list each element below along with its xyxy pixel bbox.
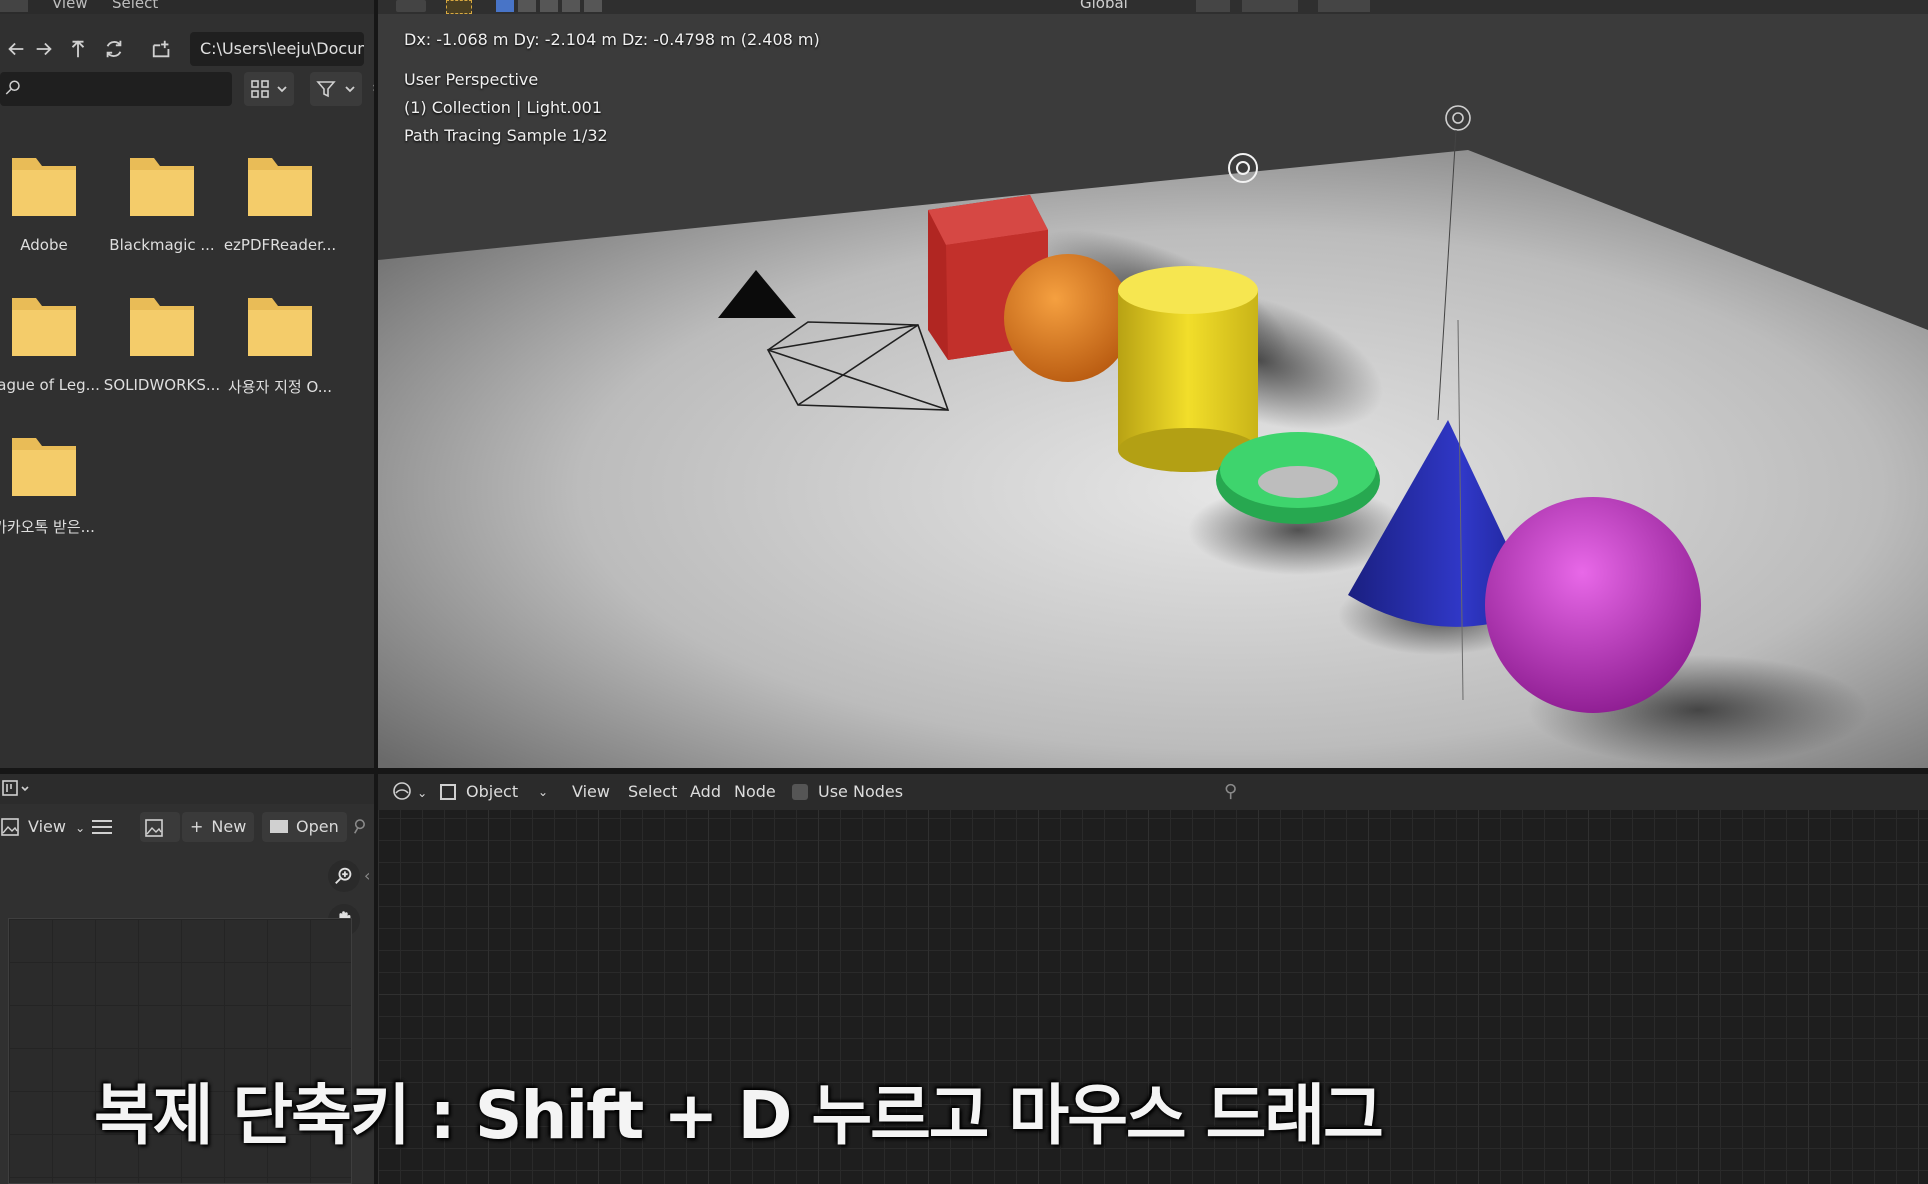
pivot-point-icon[interactable] xyxy=(1196,0,1230,12)
active-collection-label: (1) Collection | Light.001 xyxy=(404,98,603,117)
shader-type-dropdown[interactable]: Object ⌄ xyxy=(440,774,550,810)
video-subtitle-caption: 복제 단축키 : Shift + D 누르고 마우스 드래그 xyxy=(94,1077,1384,1154)
folder-name: eague of Leg... xyxy=(0,376,100,394)
purple-sphere xyxy=(1485,497,1701,713)
pin-icon[interactable]: ⚲ xyxy=(1224,774,1237,810)
pin-icon[interactable]: ⚲ xyxy=(348,814,370,839)
snap-icon[interactable] xyxy=(1242,0,1298,12)
editor-type-icon[interactable] xyxy=(2,780,32,798)
folder-icon xyxy=(248,158,312,216)
image-view-icon xyxy=(1,818,19,836)
file-browser-menubar: View Select xyxy=(0,0,374,14)
transform-orientation-dropdown[interactable]: Global xyxy=(1080,0,1128,12)
view-perspective-label: User Perspective xyxy=(404,70,539,89)
search-icon xyxy=(5,80,20,95)
open-image-label: Open xyxy=(296,817,339,836)
directory-path-field[interactable]: C:\Users\leeju\Docum... xyxy=(190,32,364,66)
folder-name: Blackmagic ... xyxy=(109,236,215,254)
green-torus xyxy=(1216,432,1380,524)
folder-item[interactable]: SOLIDWORKS... xyxy=(102,290,222,410)
folder-name: Adobe xyxy=(20,236,68,254)
menu-select[interactable]: Select xyxy=(112,0,158,12)
folder-item[interactable]: Adobe xyxy=(0,150,104,270)
new-folder-icon[interactable] xyxy=(146,30,178,68)
render-sample-status: Path Tracing Sample 1/32 xyxy=(404,126,608,145)
folder-item[interactable]: 카카오톡 받은... xyxy=(0,430,104,550)
new-image-label: New xyxy=(211,817,247,836)
folder-name: 카카오톡 받은... xyxy=(0,518,95,536)
orange-sphere xyxy=(1004,254,1132,382)
folder-name: SOLIDWORKS... xyxy=(103,376,221,394)
folder-item[interactable]: Blackmagic ... xyxy=(102,150,222,270)
3d-viewport[interactable] xyxy=(378,0,1928,768)
folder-icon xyxy=(130,158,194,216)
proportional-edit-icon[interactable] xyxy=(1318,0,1370,12)
menu-view[interactable]: View xyxy=(52,0,88,12)
forward-arrow-icon[interactable] xyxy=(28,30,60,68)
chevron-down-icon: ⌄ xyxy=(417,786,428,800)
zoom-view-icon[interactable] xyxy=(328,860,360,892)
use-nodes-label: Use Nodes xyxy=(818,782,904,801)
transform-pivot-icon[interactable] xyxy=(396,0,426,12)
filter-dropdown[interactable] xyxy=(310,72,362,106)
filter-funnel-icon xyxy=(316,81,336,98)
view-menu[interactable]: View ⌄ xyxy=(22,812,91,842)
folder-name: 사용자 지정 O... xyxy=(227,378,333,396)
transform-delta-readout: Dx: -1.068 m Dy: -2.104 m Dz: -0.4798 m … xyxy=(404,30,820,49)
rendered-scene xyxy=(378,0,1928,768)
view-menu-label: View xyxy=(28,817,66,836)
select-tool-icon[interactable] xyxy=(446,0,472,14)
object-square-icon xyxy=(440,784,456,800)
node-editor-header: ⌄ Object ⌄ View Select Add Node Use Node… xyxy=(378,774,1928,810)
selection-mode-buttons[interactable] xyxy=(496,0,602,12)
menu-node[interactable]: Node xyxy=(734,774,776,810)
folder-icon xyxy=(12,298,76,356)
sidebar-collapse-chevron-icon[interactable]: ‹ xyxy=(364,866,370,885)
menu-select[interactable]: Select xyxy=(628,774,677,810)
folder-icon xyxy=(248,298,312,356)
folder-icon xyxy=(130,298,194,356)
use-nodes-toggle[interactable]: Use Nodes xyxy=(792,774,903,810)
image-browse-icon xyxy=(145,818,163,837)
folder-icon xyxy=(12,438,76,496)
shader-type-label: Object xyxy=(466,782,519,801)
refresh-icon[interactable] xyxy=(98,30,130,68)
folder-item[interactable]: eague of Leg... xyxy=(0,290,104,410)
image-editor-header: View ⌄ + New Open ⚲ xyxy=(0,810,374,844)
chevron-down-icon: ⌄ xyxy=(75,821,86,835)
shader-editor-icon xyxy=(393,782,411,800)
editor-type-dropdown[interactable]: ⌄ xyxy=(392,774,432,810)
menu-add[interactable]: Add xyxy=(690,774,721,810)
image-browse-dropdown[interactable] xyxy=(140,812,180,842)
open-image-button[interactable]: Open xyxy=(262,812,347,842)
file-search-input[interactable] xyxy=(0,72,232,106)
chevron-down-icon xyxy=(277,86,287,93)
thumbnail-grid-icon xyxy=(251,80,269,98)
folder-name: ezPDFReader... xyxy=(223,236,337,254)
viewport-header: Global xyxy=(378,0,1928,14)
display-mode-dropdown[interactable] xyxy=(244,72,294,106)
hamburger-menu-icon[interactable] xyxy=(92,818,112,836)
folder-open-icon xyxy=(270,820,288,833)
use-nodes-checkbox[interactable] xyxy=(792,784,808,800)
folder-item[interactable]: ezPDFReader... xyxy=(220,150,340,270)
plus-icon: + xyxy=(190,817,204,836)
parent-directory-icon[interactable] xyxy=(62,30,94,68)
yellow-cylinder xyxy=(1118,266,1258,472)
chevron-down-icon xyxy=(345,86,355,93)
chevron-down-icon: ⌄ xyxy=(538,785,549,799)
folder-icon xyxy=(12,158,76,216)
new-image-button[interactable]: + New xyxy=(182,812,255,842)
menu-view[interactable]: View xyxy=(572,774,610,810)
folder-item[interactable]: 사용자 지정 O... xyxy=(220,290,340,410)
editor-type-bar xyxy=(0,774,374,804)
